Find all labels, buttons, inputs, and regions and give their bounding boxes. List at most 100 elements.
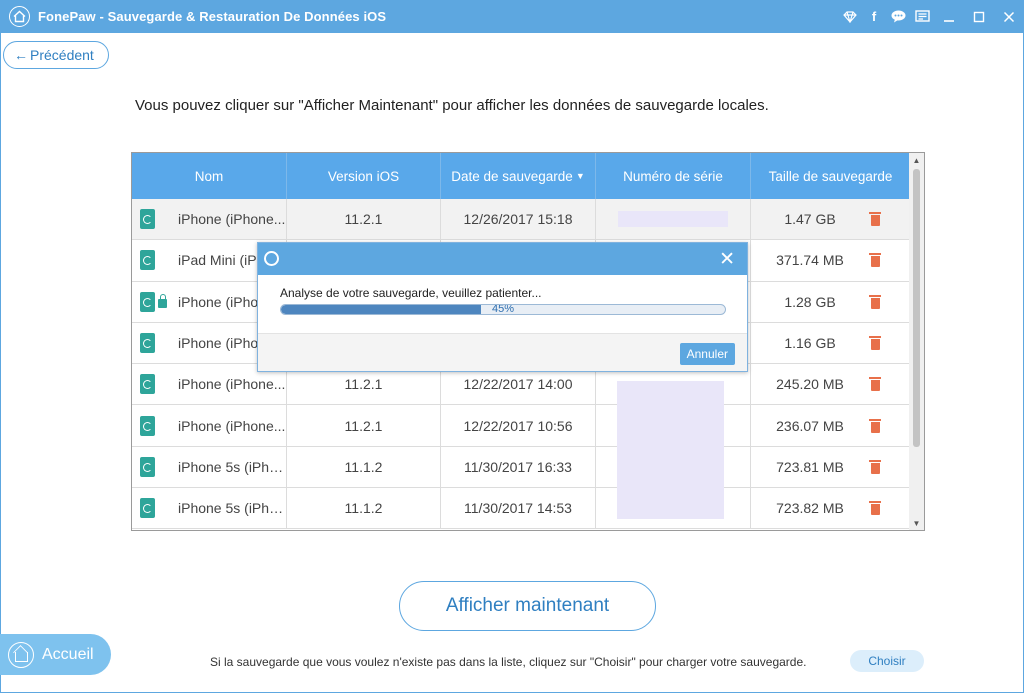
arrow-left-icon: ← [14,47,28,63]
dialog-message: Analyse de votre sauvegarde, veuillez pa… [280,286,542,300]
dialog-header: ✕ [258,243,747,275]
backup-size: 1.47 GB [784,211,836,228]
device-icons [140,291,178,312]
back-button[interactable]: ← Précédent [3,41,109,69]
device-name: iPhone 5s (iPho... [178,458,286,475]
cancel-button[interactable]: Annuler [679,343,735,365]
backup-size: 723.82 MB [776,500,844,517]
close-icon[interactable] [994,0,1024,33]
device-name: iPhone 5s (iPho... [178,500,286,517]
cell-serial-number [596,199,751,240]
scroll-down-icon[interactable]: ▼ [909,516,924,530]
column-header-label: Date de sauvegarde [451,168,573,184]
window-title: FonePaw - Sauvegarde & Restauration De D… [38,9,387,24]
choose-button[interactable]: Choisir [850,650,924,672]
cell-ios-version: 11.2.1 [287,405,441,446]
device-icons [140,333,178,354]
device-icons [140,374,178,395]
hint-text: Si la sauvegarde que vous voulez n'exist… [210,655,807,669]
column-header-backup-date[interactable]: Date de sauvegarde ▼ [441,153,596,199]
chat-icon[interactable] [886,0,910,33]
cell-ios-version: 11.2.1 [287,199,441,240]
trash-icon[interactable] [869,253,881,268]
dialog-footer: Annuler [258,333,747,371]
sort-down-icon: ▼ [575,171,585,181]
dialog-close-icon[interactable]: ✕ [719,248,735,271]
device-icons [140,250,178,271]
cell-name: iPhone 5s (iPho... [132,446,287,488]
facebook-icon[interactable]: f [862,0,886,33]
maximize-icon[interactable] [964,0,994,33]
cell-backup-size: 1.47 GB [751,199,910,239]
trash-icon[interactable] [869,418,881,433]
cell-backup-size: 723.82 MB [751,488,910,528]
scroll-thumb[interactable] [913,169,920,447]
backup-file-icon [140,374,155,395]
cell-backup-date: 12/22/2017 10:56 [441,405,596,446]
device-name: iPhone (iPhone... [178,417,286,434]
home-button[interactable]: Accueil [0,634,111,675]
feedback-icon[interactable] [910,0,934,33]
cell-name: iPhone (iPhone... [132,405,287,446]
loading-icon [264,251,279,266]
table-row[interactable]: iPhone 5s (iPho... 11.1.2 11/30/2017 14:53… [132,488,910,530]
title-bar: FonePaw - Sauvegarde & Restauration De D… [0,0,1024,33]
device-icons [140,209,178,230]
trash-icon[interactable] [869,212,881,227]
backup-size: 723.81 MB [776,458,844,475]
backup-file-icon [140,498,155,519]
device-icons [140,415,178,436]
device-name: iPhone (iPhone... [178,376,286,393]
progress-bar: 45% [280,304,726,315]
backup-size: 1.28 GB [784,293,836,310]
backup-file-icon [140,209,155,230]
trash-icon[interactable] [869,459,881,474]
device-icons [140,498,178,519]
trash-icon[interactable] [869,336,881,351]
column-header-serial-number[interactable]: Numéro de série [596,153,751,199]
device-icons [140,456,178,477]
progress-dialog: ✕ Analyse de votre sauvegarde, veuillez … [257,242,748,372]
cell-backup-date: 12/26/2017 15:18 [441,199,596,240]
column-header-name[interactable]: Nom [132,153,287,199]
backup-file-icon [140,456,155,477]
table-header: Nom Version iOS Date de sauvegarde ▼ Num… [132,153,910,199]
trash-icon[interactable] [869,501,881,516]
column-header-backup-size[interactable]: Taille de sauvegarde [751,153,910,199]
backup-file-icon [140,291,155,312]
home-icon [8,641,34,668]
scroll-up-icon[interactable]: ▲ [909,153,924,167]
cell-backup-date: 11/30/2017 16:33 [441,446,596,488]
cell-backup-size: 371.74 MB [751,240,910,280]
cell-ios-version: 11.1.2 [287,446,441,488]
trash-icon[interactable] [869,294,881,309]
device-name: iPhone (iPhone... [178,211,286,228]
table-row[interactable]: iPhone 5s (iPho... 11.1.2 11/30/2017 16:33… [132,446,910,489]
backup-size: 1.16 GB [784,335,836,352]
back-label: Précédent [30,47,94,63]
backup-file-icon [140,415,155,436]
cell-backup-size: 1.28 GB [751,282,910,322]
cell-backup-size: 723.81 MB [751,447,910,487]
vertical-scrollbar[interactable]: ▲ ▼ [909,153,924,530]
minimize-icon[interactable] [934,0,964,33]
table-row[interactable]: iPhone (iPhone... 11.2.1 12/22/2017 10:56 2… [132,405,910,447]
home-label: Accueil [42,645,94,663]
table-row[interactable]: iPhone (iPhone... 11.2.1 12/26/2017 15:18 1… [132,199,910,241]
column-header-ios-version[interactable]: Version iOS [287,153,441,199]
cell-backup-size: 236.07 MB [751,405,910,445]
serial-number-mask [617,381,724,519]
serial-mask [618,211,728,228]
cell-name: iPhone (iPhone... [132,199,287,240]
show-now-button[interactable]: Afficher maintenant [399,581,656,631]
cell-backup-date: 11/30/2017 14:53 [441,488,596,529]
progress-label: 45% [491,304,515,315]
backup-size: 236.07 MB [776,417,844,434]
backup-size: 245.20 MB [776,376,844,393]
backup-size: 371.74 MB [776,252,844,269]
diamond-icon[interactable] [838,0,862,33]
trash-icon[interactable] [869,377,881,392]
cell-backup-size: 245.20 MB [751,364,910,404]
intro-text: Vous pouvez cliquer sur "Afficher Mainte… [135,97,769,114]
backup-file-icon [140,333,155,354]
